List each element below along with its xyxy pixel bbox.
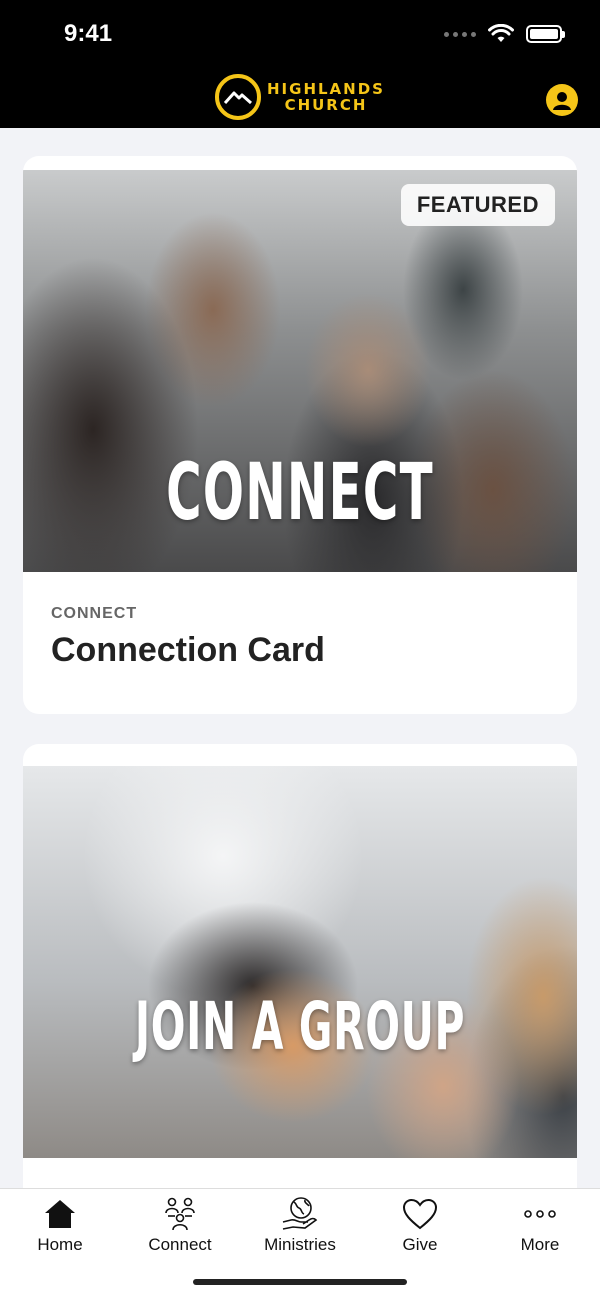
more-dots-icon [520, 1195, 560, 1233]
image-title: JOIN A GROUP [134, 988, 466, 1065]
card-image: FEATURED CONNECT [23, 170, 577, 572]
tab-ministries[interactable]: Ministries [240, 1195, 360, 1259]
featured-badge: FEATURED [400, 184, 555, 226]
heart-icon [400, 1195, 440, 1233]
logo-line-1: HIGHLANDS [267, 80, 385, 98]
logo-line-2: CHURCH [284, 96, 368, 114]
tab-label: Home [37, 1235, 83, 1254]
tab-home[interactable]: Home [0, 1195, 120, 1259]
home-icon [40, 1195, 80, 1233]
featured-card[interactable]: FEATURED CONNECT CONNECT Connection Card [23, 156, 577, 714]
church-logo[interactable]: HIGHLANDS CHURCH [215, 74, 385, 120]
signal-icon [444, 31, 476, 37]
logo-text: HIGHLANDS CHURCH [267, 81, 385, 113]
home-indicator [193, 1279, 407, 1285]
tab-connect[interactable]: Connect [120, 1195, 240, 1259]
top-bar: 9:41 HIGHLANDS CHURCH [0, 0, 600, 128]
wifi-icon [488, 24, 514, 42]
status-icons [444, 22, 565, 46]
tab-label: Connect [148, 1235, 212, 1254]
image-title: CONNECT [166, 448, 434, 538]
card-image: JOIN A GROUP [23, 766, 577, 1158]
card-meta: CONNECT Connection Card [23, 572, 577, 670]
status-time: 9:41 [64, 20, 113, 47]
tab-more[interactable]: More [480, 1195, 600, 1259]
mountain-icon [215, 74, 261, 120]
tab-label: Ministries [264, 1235, 336, 1254]
card-category: CONNECT [51, 605, 138, 622]
tab-give[interactable]: Give [360, 1195, 480, 1259]
tab-label: More [520, 1235, 560, 1254]
feed[interactable]: FEATURED CONNECT CONNECT Connection Card… [0, 128, 600, 1188]
user-icon [553, 92, 571, 110]
people-icon [160, 1195, 200, 1233]
globe-hand-icon [280, 1195, 320, 1233]
battery-icon [526, 25, 565, 43]
card-title: Connection Card [51, 631, 325, 669]
tab-label: Give [402, 1235, 438, 1254]
profile-button[interactable] [546, 84, 578, 116]
group-card[interactable]: JOIN A GROUP [23, 744, 577, 1188]
